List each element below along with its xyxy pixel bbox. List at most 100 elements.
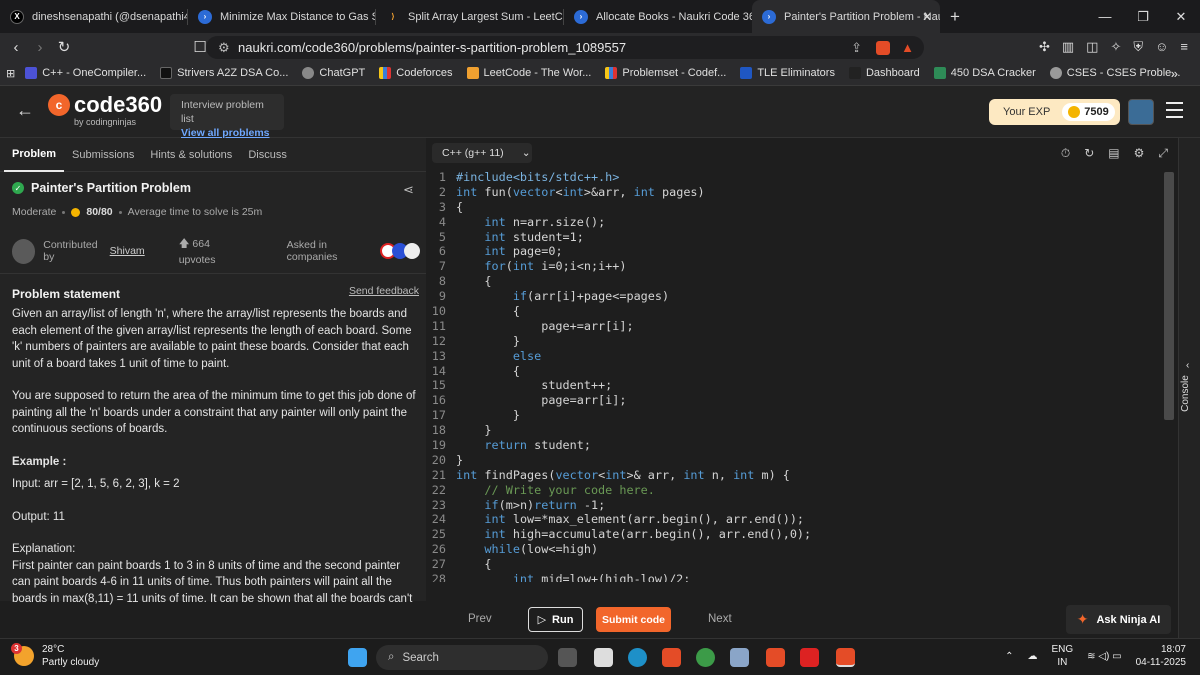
code-lines[interactable]: 1 #include<bits/stdc++.h> 2 int fun(vector<… — [426, 170, 1166, 582]
brave-icon[interactable] — [662, 648, 681, 667]
browser-tab-active[interactable]: › Painter's Partition Problem - Nau ✕ — [752, 0, 940, 33]
weather-widget[interactable]: 3 28°C Partly cloudy — [11, 643, 99, 669]
vpn-icon[interactable]: ⛨ — [1133, 39, 1143, 55]
chrome-icon[interactable] — [696, 648, 715, 667]
code-line[interactable]: 25 int high=accumulate(arr.begin(), arr.… — [426, 527, 1166, 542]
code-line[interactable]: 24 int low=*max_element(arr.begin(), arr… — [426, 512, 1166, 527]
code-line[interactable]: 23 if(m>n)return -1; — [426, 498, 1166, 513]
avatar[interactable] — [1128, 99, 1154, 125]
tab-hints-solutions[interactable]: Hints & solutions — [142, 138, 240, 172]
leo-ai-icon[interactable]: ✧ — [1110, 39, 1121, 55]
code-line[interactable]: 7 for(int i=0;i<n;i++) — [426, 259, 1166, 274]
browser-tab[interactable]: ⟩ Split Array Largest Sum - LeetCode — [376, 0, 564, 33]
run-button[interactable]: ▷ Run — [528, 607, 583, 632]
browser-tab[interactable]: Xdineshsenapathi (@dsenapathi4) / X — [0, 0, 188, 33]
code-line[interactable]: 5 int student=1; — [426, 230, 1166, 245]
code-line[interactable]: 6 int page=0; — [426, 244, 1166, 259]
chevron-up-icon[interactable]: ⌃ — [1005, 650, 1013, 663]
submit-code-button[interactable]: Submit code — [596, 607, 671, 632]
bookmark-item[interactable]: TLE Eliminators — [740, 67, 835, 79]
sidebar-icon[interactable]: ▥ — [1062, 39, 1074, 55]
code-line[interactable]: 11 page+=arr[i]; — [426, 319, 1166, 334]
code-line[interactable]: 28 int mid=low+(high-low)/2; — [426, 572, 1166, 582]
url-field[interactable]: ⚙ naukri.com/code360/problems/painter-s-… — [206, 36, 924, 59]
language-indicator[interactable]: ENG IN — [1052, 643, 1074, 669]
wallet-icon[interactable]: ◫ — [1086, 39, 1098, 55]
extensions-icon[interactable]: ✣ — [1039, 39, 1050, 55]
back-icon[interactable]: ‹ — [4, 39, 28, 56]
store-icon[interactable] — [594, 648, 613, 667]
code-line[interactable]: 12 } — [426, 334, 1166, 349]
bookmark-item[interactable]: Strivers A2Z DSA Co... — [160, 67, 288, 79]
bookmark-item[interactable]: C++ - OneCompiler... — [25, 67, 146, 79]
site-settings-icon[interactable]: ⚙ — [218, 40, 230, 56]
layout-icon[interactable]: ▤ — [1108, 146, 1119, 161]
upvote-button[interactable]: 🡅 664 upvotes — [179, 236, 245, 266]
browser-tab[interactable]: › Allocate Books - Naukri Code 360 — [564, 0, 752, 33]
reset-code-icon[interactable]: ↻ — [1084, 146, 1094, 161]
brave-nightly-icon[interactable] — [836, 648, 855, 667]
send-feedback-link[interactable]: Send feedback — [349, 285, 419, 297]
code-line[interactable]: 10 { — [426, 304, 1166, 319]
code-line[interactable]: 16 page=arr[i]; — [426, 393, 1166, 408]
bookmark-item[interactable]: LeetCode - The Wor... — [466, 67, 591, 79]
code-line[interactable]: 20} — [426, 453, 1166, 468]
tab-problem[interactable]: Problem — [4, 138, 65, 172]
code-line[interactable]: 18 } — [426, 423, 1166, 438]
code-line[interactable]: 22 // Write your code here. — [426, 483, 1166, 498]
back-arrow-icon[interactable]: ← — [16, 100, 34, 121]
close-window-icon[interactable]: ✕ — [1162, 0, 1200, 33]
brave-shield-icon[interactable] — [876, 40, 890, 55]
acrobat-icon[interactable] — [800, 648, 819, 667]
taskbar-search[interactable]: ⌕ Search — [376, 645, 548, 670]
tab-discuss[interactable]: Discuss — [240, 138, 295, 172]
ask-ninja-ai-button[interactable]: ✦ Ask Ninja AI — [1066, 605, 1171, 634]
bookmark-item[interactable]: 450 DSA Cracker — [933, 67, 1036, 79]
close-tab-icon[interactable]: ✕ — [922, 10, 932, 24]
code360-logo[interactable]: c code360 by codingninjas — [48, 94, 162, 127]
menu-icon[interactable]: ≡ — [1180, 39, 1188, 55]
code-line[interactable]: 4 int n=arr.size(); — [426, 215, 1166, 230]
code-line[interactable]: 1 #include<bits/stdc++.h> — [426, 170, 1166, 185]
bookmark-item[interactable]: ChatGPT — [302, 67, 365, 79]
cloud-icon[interactable]: ☁ — [1028, 650, 1038, 663]
browser-tab[interactable]: ›Minimize Max Distance to Gas Station — [188, 0, 376, 33]
code-line[interactable]: 3{ — [426, 200, 1166, 215]
settings-icon[interactable]: ⚙ — [1134, 146, 1145, 161]
exp-badge[interactable]: Your EXP 7509 — [989, 99, 1120, 125]
code-line[interactable]: 8 { — [426, 274, 1166, 289]
clock[interactable]: 18:07 04-11-2025 — [1136, 643, 1186, 669]
prev-button[interactable]: Prev — [468, 613, 492, 625]
task-view-icon[interactable] — [558, 648, 577, 667]
reload-icon[interactable]: ↻ — [52, 38, 76, 56]
code-line[interactable]: 2 int fun(vector<int>&arr, int pages) — [426, 185, 1166, 200]
code-line[interactable]: 26 while(low<=high) — [426, 542, 1166, 557]
contributor-link[interactable]: Shivam — [110, 245, 145, 257]
timer-icon[interactable]: ⏱ — [1061, 146, 1070, 161]
language-select[interactable]: C++ (g++ 11) ⌄ — [432, 143, 532, 163]
code-line[interactable]: 15 student++; — [426, 378, 1166, 393]
apps-icon[interactable]: ⊞ — [6, 67, 15, 80]
code-editor[interactable]: C++ (g++ 11) ⌄ ⏱ ↻ ▤ ⚙ ⤢ 1 #include<bits/s… — [426, 138, 1178, 601]
code-line[interactable]: 14 { — [426, 364, 1166, 379]
new-tab-icon[interactable]: + — [940, 0, 970, 33]
code-line[interactable]: 21 int findPages(vector<int>& arr, int n,… — [426, 468, 1166, 483]
editor-scrollbar[interactable] — [1164, 172, 1174, 420]
share-page-icon[interactable]: ⇪ — [851, 40, 862, 56]
bookmark-item[interactable]: CSES - CSES Proble... — [1049, 67, 1180, 79]
more-bookmarks-icon[interactable]: » — [1171, 66, 1178, 81]
wifi-volume-battery-icon[interactable]: ≋ ◁) ▭ — [1087, 650, 1121, 663]
bookmark-item[interactable]: Codeforces — [379, 67, 453, 79]
minimize-icon[interactable]: — — [1086, 0, 1124, 33]
code-line[interactable]: 27 { — [426, 557, 1166, 572]
windows-start-icon[interactable] — [348, 648, 367, 667]
code-line[interactable]: 13 else — [426, 349, 1166, 364]
bookmark-item[interactable]: Dashboard — [848, 67, 920, 79]
fullscreen-icon[interactable]: ⤢ — [1158, 146, 1168, 161]
brave-rewards-icon[interactable]: ▲ — [901, 40, 914, 55]
share-icon[interactable]: ⋖ — [403, 182, 414, 198]
code-line[interactable]: 17 } — [426, 408, 1166, 423]
brave-beta-icon[interactable] — [766, 648, 785, 667]
bookmark-item[interactable]: Problemset - Codef... — [605, 67, 726, 79]
edge-icon[interactable] — [628, 648, 647, 667]
